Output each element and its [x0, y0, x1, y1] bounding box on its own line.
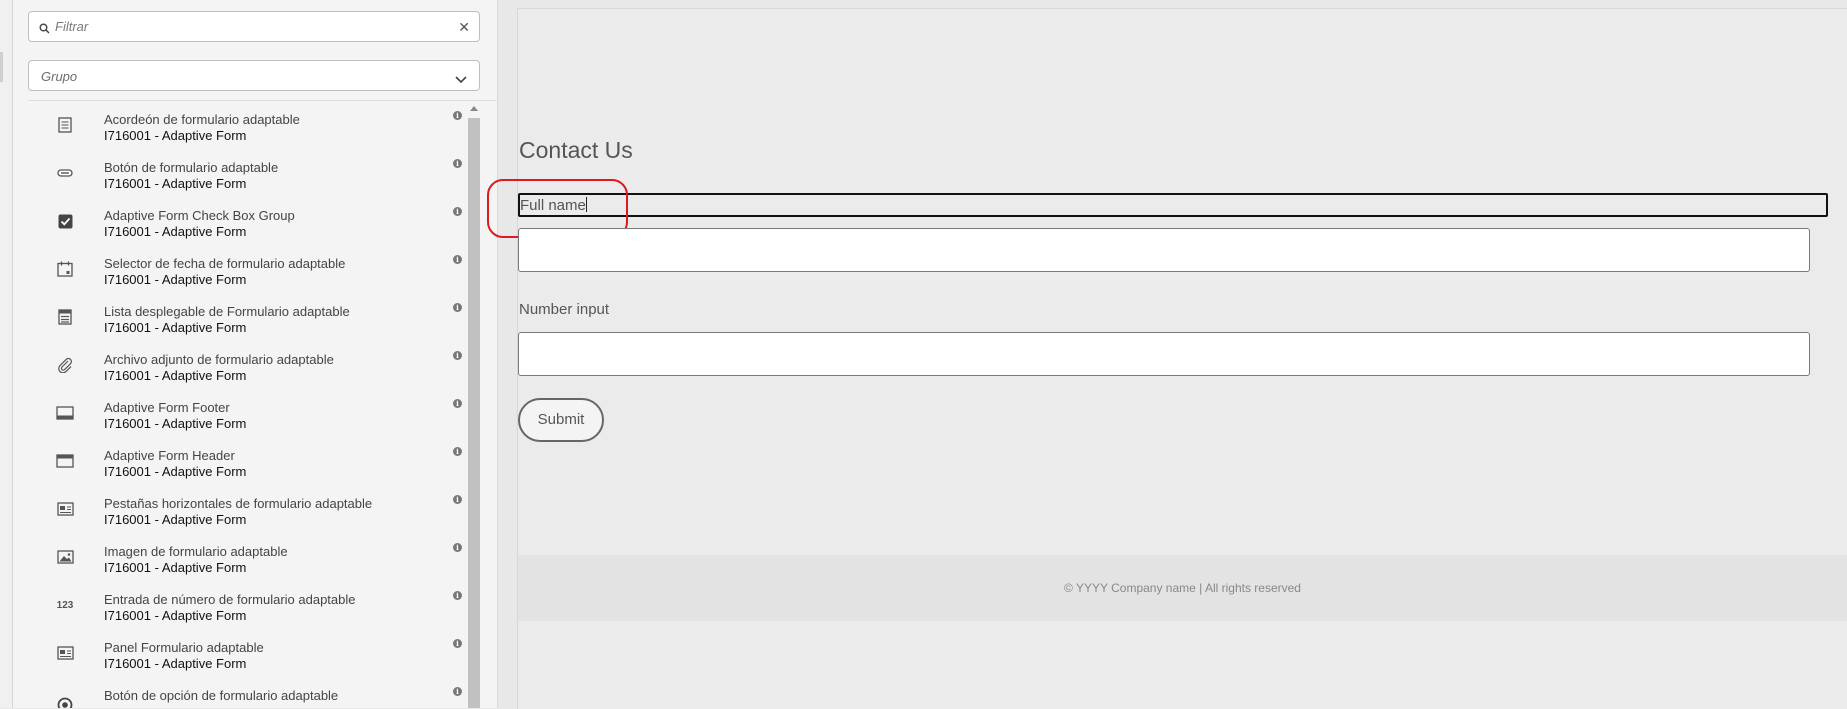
filter-input-box[interactable]: ✕ [28, 11, 480, 42]
list-item[interactable]: Adaptive Form Footer I716001 - Adaptive … [28, 392, 466, 440]
info-icon[interactable]: i [453, 687, 462, 696]
rail-active-marker [0, 52, 3, 82]
list-item[interactable]: Lista desplegable de Formulario adaptabl… [28, 296, 466, 344]
item-name: Adaptive Form Check Box Group [104, 208, 295, 223]
list-item[interactable]: 123 Entrada de número de formulario adap… [28, 584, 466, 632]
list-item[interactable]: Botón de opción de formulario adaptable … [28, 680, 466, 708]
item-group: I716001 - Adaptive Form [104, 224, 247, 239]
paperclip-icon [56, 356, 74, 374]
item-group: I716001 - Adaptive Form [104, 512, 247, 527]
item-name: Adaptive Form Footer [104, 400, 230, 415]
checkbox-icon [56, 212, 74, 230]
info-icon[interactable]: i [453, 159, 462, 168]
components-panel: ✕ Grupo Acordeón de formulario adaptable… [13, 0, 498, 708]
divider [28, 100, 498, 101]
list-item[interactable]: Archivo adjunto de formulario adaptable … [28, 344, 466, 392]
list-scrollbar[interactable] [468, 104, 480, 708]
list-item[interactable]: Adaptive Form Header I716001 - Adaptive … [28, 440, 466, 488]
item-name: Selector de fecha de formulario adaptabl… [104, 256, 346, 271]
info-icon[interactable]: i [453, 207, 462, 216]
tabs-icon [56, 500, 74, 518]
item-group: I716001 - Adaptive Form [104, 608, 247, 623]
scroll-up-arrow-icon[interactable] [470, 106, 478, 111]
item-name: Acordeón de formulario adaptable [104, 112, 300, 127]
header-icon [56, 452, 74, 470]
button-icon [56, 164, 74, 182]
list-item[interactable]: Acordeón de formulario adaptable I716001… [28, 104, 466, 152]
item-name: Pestañas horizontales de formulario adap… [104, 496, 373, 511]
info-icon[interactable]: i [453, 447, 462, 456]
list-item[interactable]: Pestañas horizontales de formulario adap… [28, 488, 466, 536]
item-group: I716001 - Adaptive Form [104, 656, 247, 671]
list-item[interactable]: Selector de fecha de formulario adaptabl… [28, 248, 466, 296]
item-name: Botón de opción de formulario adaptable [104, 688, 339, 703]
item-name: Archivo adjunto de formulario adaptable [104, 352, 334, 367]
form-footer: © YYYY Company name | All rights reserve… [518, 555, 1847, 621]
group-select-placeholder: Grupo [41, 69, 78, 84]
item-group: I716001 - Adaptive Form [104, 416, 247, 431]
list-item[interactable]: Imagen de formulario adaptable I716001 -… [28, 536, 466, 584]
list-item[interactable]: Botón de formulario adaptable I716001 - … [28, 152, 466, 200]
info-icon[interactable]: i [453, 111, 462, 120]
search-icon [39, 21, 50, 39]
item-name: Panel Formulario adaptable [104, 640, 264, 655]
list-item[interactable]: Adaptive Form Check Box Group I716001 - … [28, 200, 466, 248]
component-list: Acordeón de formulario adaptable I716001… [28, 104, 466, 708]
accordion-icon [56, 116, 74, 134]
number-input-label: Number input [519, 301, 610, 318]
left-rail [0, 0, 13, 708]
item-group: I716001 - Adaptive Form [104, 176, 247, 191]
item-group: I716001 - Adaptive Form [104, 272, 247, 287]
panel-icon [56, 644, 74, 662]
info-icon[interactable]: i [453, 591, 462, 600]
full-name-label-editor[interactable]: Full name [518, 193, 1828, 217]
info-icon[interactable]: i [453, 255, 462, 264]
number-input[interactable] [518, 332, 1810, 376]
info-icon[interactable]: i [453, 351, 462, 360]
info-icon[interactable]: i [453, 543, 462, 552]
info-icon[interactable]: i [453, 399, 462, 408]
radio-icon [56, 696, 74, 708]
image-icon [56, 548, 74, 566]
item-name: Lista desplegable de Formulario adaptabl… [104, 304, 350, 319]
group-select[interactable]: Grupo [28, 60, 480, 91]
number-icon: 123 [56, 599, 74, 611]
full-name-input[interactable] [518, 228, 1810, 272]
item-group: I716001 - Adaptive Form [104, 464, 247, 479]
item-group: I716001 - Adaptive Form [104, 320, 247, 335]
info-icon[interactable]: i [453, 639, 462, 648]
footer-text: © YYYY Company name | All rights reserve… [1064, 581, 1301, 595]
chevron-down-icon [455, 71, 467, 89]
item-group: I716001 - Adaptive Form [104, 560, 247, 575]
item-name: Entrada de número de formulario adaptabl… [104, 592, 356, 607]
scrollbar-thumb[interactable] [468, 118, 480, 708]
filter-input[interactable] [55, 16, 445, 37]
list-item[interactable]: Panel Formulario adaptable I716001 - Ada… [28, 632, 466, 680]
form-title: Contact Us [519, 137, 633, 163]
info-icon[interactable]: i [453, 303, 462, 312]
footer-icon [56, 404, 74, 422]
info-icon[interactable]: i [453, 495, 462, 504]
item-name: Botón de formulario adaptable [104, 160, 279, 175]
item-name: Imagen de formulario adaptable [104, 544, 288, 559]
item-group: I716001 - Adaptive Form [104, 128, 247, 143]
close-icon[interactable]: ✕ [458, 18, 470, 36]
submit-button[interactable]: Submit [518, 398, 604, 442]
item-group: I716001 - Adaptive Form [104, 368, 247, 383]
calendar-icon [56, 260, 74, 278]
dropdown-list-icon [56, 308, 74, 326]
item-name: Adaptive Form Header [104, 448, 235, 463]
